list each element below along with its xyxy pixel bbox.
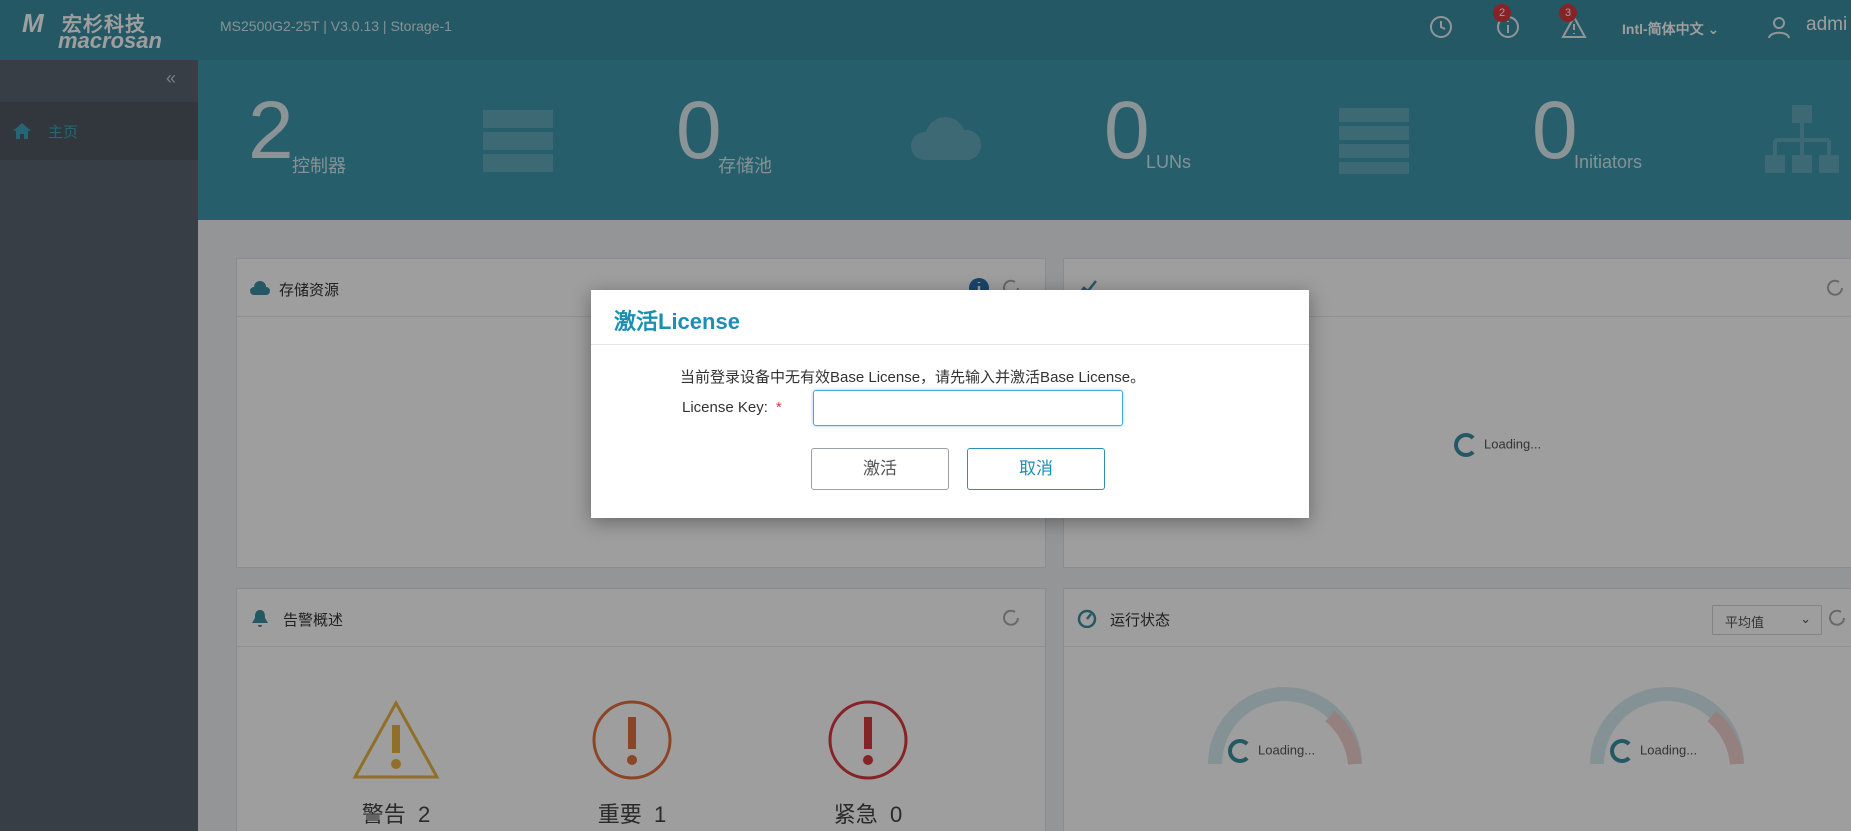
cancel-button[interactable]: 取消 (967, 448, 1105, 490)
required-mark: * (775, 399, 782, 416)
activate-license-dialog: 激活License 当前登录设备中无有效Base License，请先输入并激活… (591, 290, 1309, 518)
license-key-label: License Key: * (682, 399, 782, 416)
activate-button[interactable]: 激活 (811, 448, 949, 490)
license-key-label-text: License Key: (682, 399, 768, 416)
dialog-title: 激活License (614, 309, 740, 334)
dialog-message: 当前登录设备中无有效Base License，请先输入并激活Base Licen… (680, 369, 1146, 386)
dialog-header: 激活License (591, 290, 1309, 345)
license-key-input[interactable] (813, 390, 1123, 426)
